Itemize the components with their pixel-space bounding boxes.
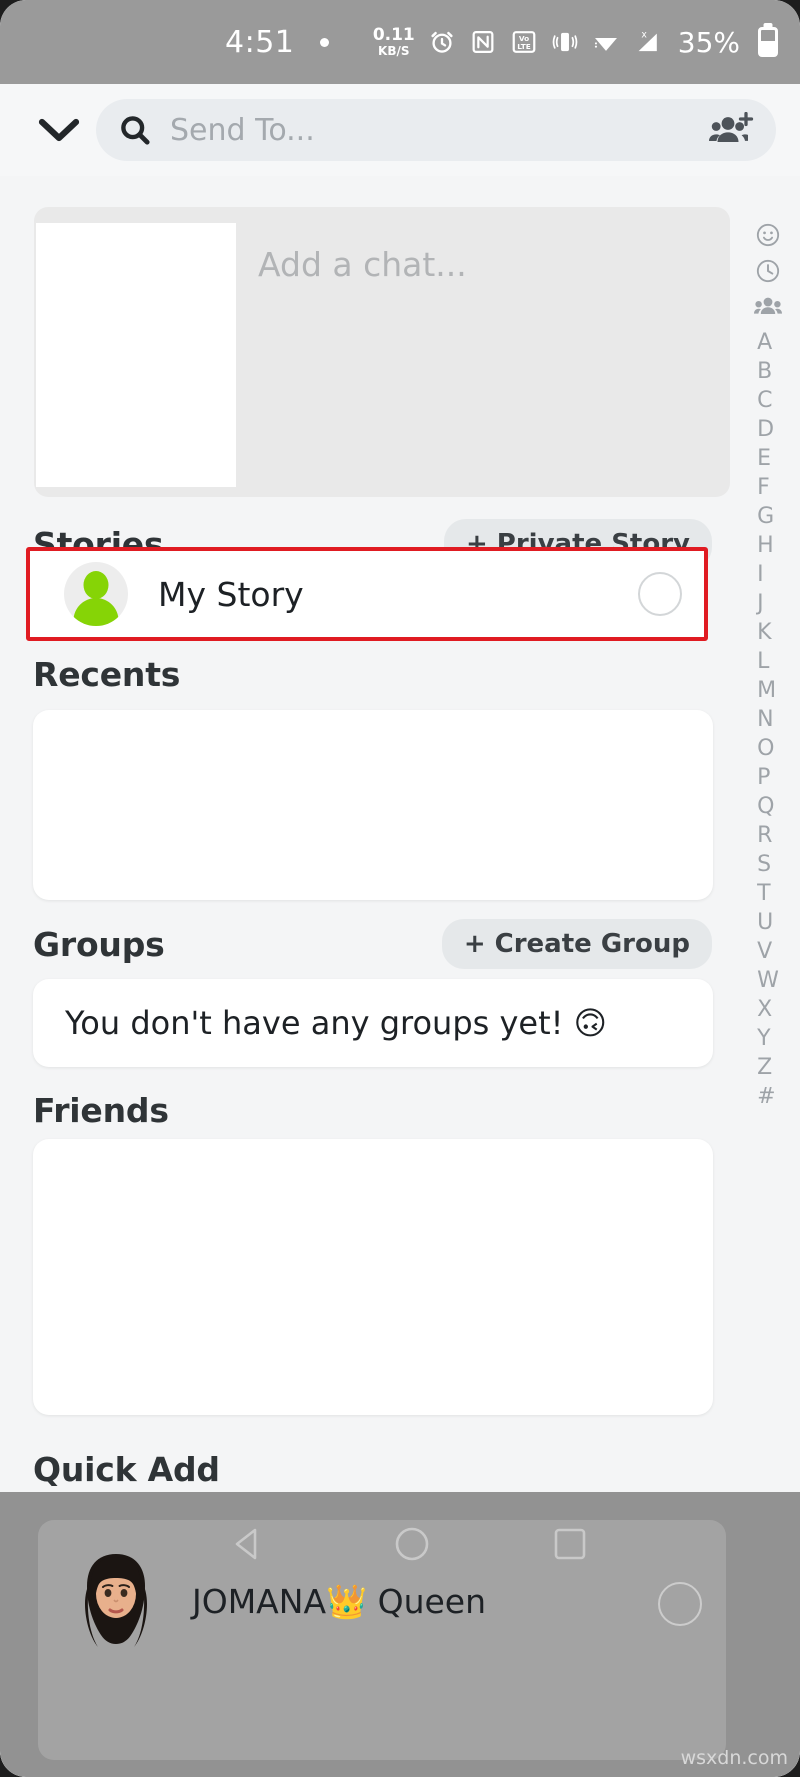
alphabet-index-letter[interactable]: N [757, 705, 779, 734]
quick-add-name-label: JOMANA👑 Queen [192, 1582, 487, 1621]
alphabet-index-letter[interactable]: U [757, 908, 779, 937]
friends-title: Friends [33, 1090, 169, 1130]
search-icon [121, 116, 150, 145]
watermark: wsxdn.com [680, 1747, 788, 1769]
svg-text:LTE: LTE [517, 42, 531, 51]
add-a-chat-card[interactable]: Add a chat... [34, 207, 730, 497]
friends-list-card[interactable] [33, 1139, 713, 1415]
alphabet-index-letter[interactable]: F [757, 473, 779, 502]
alphabet-letters[interactable]: A B C D E F G H I J K L M N O P Q R S T U V W X Y Z # [757, 328, 779, 1111]
network-speed-unit: KB/S [378, 44, 410, 58]
alphabet-index-letter[interactable]: G [757, 502, 779, 531]
alphabet-index-letter[interactable]: I [757, 560, 779, 589]
recents-title: Recents [33, 654, 181, 694]
recents-list-card[interactable] [33, 710, 713, 900]
alphabet-index-letter[interactable]: B [757, 357, 779, 386]
network-speed-indicator: 0.11 KB/S [372, 25, 415, 58]
search-input[interactable]: Send To... [96, 99, 776, 161]
snap-preview-thumbnail [36, 223, 236, 487]
alphabet-index-letter[interactable]: W [757, 966, 779, 995]
status-bar-icons: 0.11 KB/S Vo LTE x 35% [373, 26, 800, 59]
add-a-chat-placeholder: Add a chat... [258, 245, 467, 284]
system-nav-overlay: JOMANA👑 Queen [0, 1492, 800, 1777]
status-bar: 4:51 0.11 KB/S Vo LTE x 35% [0, 0, 800, 84]
alphabet-index-letter[interactable]: Y [757, 1024, 779, 1053]
smiley-face-icon[interactable] [755, 222, 781, 248]
search-placeholder: Send To... [170, 112, 315, 148]
battery-percent-label: 35% [677, 25, 740, 59]
alphabet-index-letter[interactable]: L [757, 647, 779, 676]
alphabet-index-letter[interactable]: D [757, 415, 779, 444]
add-friends-icon[interactable] [708, 112, 754, 148]
alphabet-index-letter[interactable]: # [757, 1082, 779, 1111]
recents-square-icon[interactable] [546, 1520, 594, 1568]
alphabet-index-letter[interactable]: M [757, 676, 779, 705]
create-group-button[interactable]: + Create Group [441, 919, 712, 969]
status-bar-clock: 4:51 [225, 24, 295, 60]
alphabet-index-letter[interactable]: H [757, 531, 779, 560]
alphabet-index-letter[interactable]: E [757, 444, 779, 473]
quick-add-row-jomana[interactable]: JOMANA👑 Queen [38, 1520, 726, 1760]
alphabet-index-letter[interactable]: R [757, 821, 779, 850]
home-circle-icon[interactable] [388, 1520, 436, 1568]
quick-add-section-header: Quick Add [0, 1438, 730, 1500]
recents-section-header: Recents [0, 643, 730, 705]
green-person-avatar-icon [64, 562, 128, 626]
alphabet-index-scrollbar[interactable]: A B C D E F G H I J K L M N O P Q R S T U V W X Y Z # [744, 222, 792, 1111]
alphabet-index-letter[interactable]: O [757, 734, 779, 763]
alphabet-index-letter[interactable]: J [757, 589, 779, 618]
back-triangle-icon[interactable] [224, 1520, 272, 1568]
alphabet-index-letter[interactable]: S [757, 850, 779, 879]
alphabet-index-letter[interactable]: P [757, 763, 779, 792]
volte-icon: Vo LTE [512, 31, 536, 53]
story-row-my-story[interactable]: My Story [30, 551, 704, 637]
nfc-icon [472, 30, 494, 54]
clock-icon[interactable] [755, 258, 781, 284]
chevron-down-icon[interactable] [22, 115, 96, 145]
alphabet-index-letter[interactable]: V [757, 937, 779, 966]
my-story-select-radio[interactable] [638, 572, 682, 616]
alphabet-index-letter[interactable]: K [757, 618, 779, 647]
alphabet-index-letter[interactable]: Z [757, 1053, 779, 1082]
friends-section-header: Friends [0, 1079, 730, 1141]
alphabet-index-letter[interactable]: T [757, 879, 779, 908]
svg-text:x: x [641, 30, 647, 41]
my-story-label: My Story [158, 574, 304, 614]
alphabet-index-letter[interactable]: C [757, 386, 779, 415]
quick-add-title: Quick Add [33, 1449, 220, 1489]
groups-empty-card: You don't have any groups yet! 🙃 [33, 979, 713, 1067]
phone-device: 4:51 0.11 KB/S Vo LTE x 35% Send To... A… [0, 0, 800, 1777]
alphabet-index-letter[interactable]: A [757, 328, 779, 357]
phone-screen: 4:51 0.11 KB/S Vo LTE x 35% Send To... A… [0, 0, 800, 1777]
network-speed-value: 0.11 [372, 25, 415, 45]
annotation-highlight-box: My Story [26, 547, 708, 641]
alarm-clock-icon [431, 31, 453, 53]
battery-icon [758, 27, 778, 57]
alphabet-index-letter[interactable]: X [757, 995, 779, 1024]
dot-indicator-icon [320, 37, 330, 47]
alphabet-index-letter[interactable]: Q [757, 792, 779, 821]
bitmoji-avatar [85, 1554, 147, 1647]
group-icon[interactable] [754, 294, 782, 318]
send-to-header: Send To... [0, 84, 800, 176]
groups-section-header: Groups + Create Group [0, 913, 730, 975]
groups-empty-message: You don't have any groups yet! 🙃 [65, 1004, 608, 1042]
quick-add-select-radio[interactable] [658, 1582, 702, 1626]
cellular-signal-x-icon: x [638, 30, 657, 52]
wifi-icon [594, 38, 617, 51]
vibrate-icon [552, 32, 578, 52]
groups-title: Groups [33, 924, 165, 964]
